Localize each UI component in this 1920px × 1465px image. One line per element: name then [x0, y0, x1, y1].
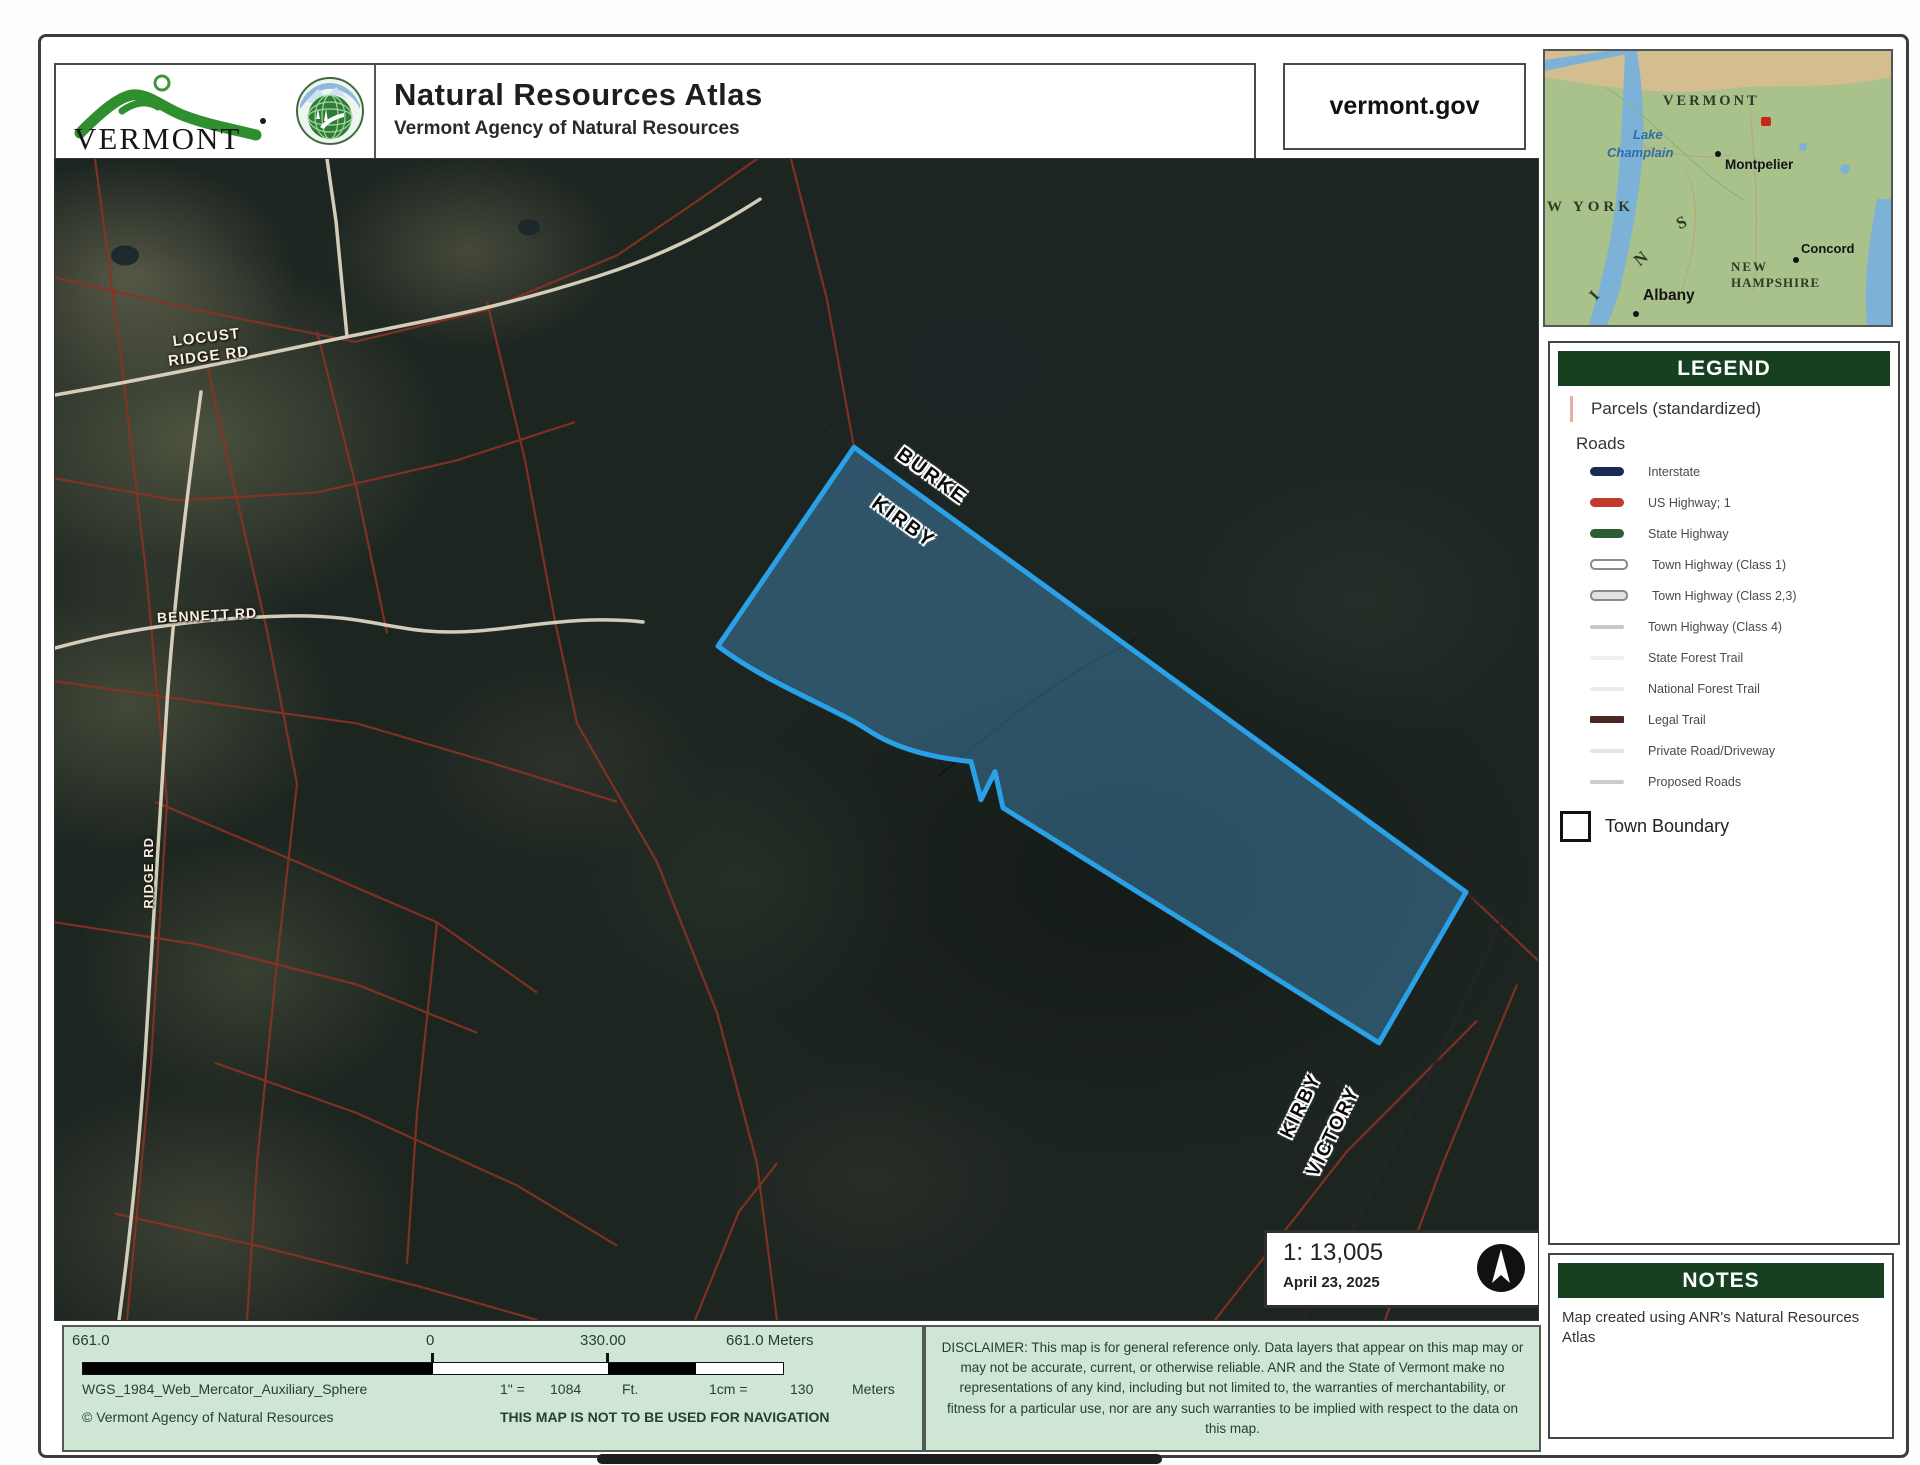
- private-road-swatch: [1590, 749, 1624, 753]
- page-subtitle: Vermont Agency of Natural Resources: [394, 118, 763, 140]
- scale-ratio: 1: 13,005: [1283, 1239, 1383, 1267]
- inset-label-lake-line1: Lake: [1633, 127, 1663, 142]
- legend-item-town-highway-23: Town Highway (Class 2,3): [1590, 580, 1898, 611]
- cm-ratio-value: 130: [790, 1381, 813, 1397]
- legend-item-town-highway-1: Town Highway (Class 1): [1590, 549, 1898, 580]
- state-locator-map: VERMONT Lake Champlain Montpelier W YORK…: [1543, 49, 1893, 327]
- parcels-swatch: [1570, 396, 1573, 422]
- inset-label-nh-line2: HAMPSHIRE: [1731, 275, 1820, 291]
- inset-label-vermont: VERMONT: [1663, 93, 1760, 110]
- roads-heading: Roads: [1576, 434, 1898, 454]
- navigation-warning: THIS MAP IS NOT TO BE USED FOR NAVIGATIO…: [500, 1409, 830, 1425]
- scalebar-far-left: 661.0: [72, 1332, 110, 1349]
- town-highway-4-swatch: [1590, 625, 1624, 629]
- legend-item-national-forest-trail: National Forest Trail: [1590, 673, 1898, 704]
- projection-label: WGS_1984_Web_Mercator_Auxiliary_Sphere: [82, 1381, 367, 1397]
- albany-dot: [1633, 311, 1639, 317]
- anr-seal-icon: [294, 75, 366, 147]
- disclaimer-panel: DISCLAIMER: This map is for general refe…: [924, 1325, 1541, 1452]
- parcels-label: Parcels (standardized): [1591, 399, 1761, 419]
- state-forest-trail-swatch: [1590, 656, 1624, 660]
- proposed-roads-swatch: [1590, 780, 1624, 784]
- inch-ratio-unit: Ft.: [622, 1381, 638, 1397]
- town-highway-23-swatch: [1590, 590, 1628, 601]
- cm-ratio-label: 1cm =: [709, 1381, 748, 1397]
- legend-panel: LEGEND Parcels (standardized) Roads Inte…: [1548, 341, 1900, 1245]
- legend-item-town-highway-4: Town Highway (Class 4): [1590, 611, 1898, 642]
- vermont-wordmark: VERMONT: [74, 121, 241, 157]
- inch-ratio-value: 1084: [550, 1381, 581, 1397]
- inset-label-lake-line2: Champlain: [1607, 145, 1673, 160]
- selected-parcel-polygon: [718, 447, 1466, 1043]
- inset-label-montpelier: Montpelier: [1725, 157, 1793, 172]
- town-boundary-swatch: [1560, 811, 1591, 842]
- inch-ratio-label: 1" =: [500, 1381, 525, 1397]
- scalebar-tick-zero: [431, 1353, 434, 1362]
- inset-label-concord: Concord: [1801, 241, 1854, 256]
- map-date: April 23, 2025: [1283, 1274, 1380, 1291]
- atlas-map-page: VERMONT Natural Resources Atlas V: [0, 0, 1920, 1465]
- aerial-map-canvas: BURKE KIRBY KIRBY VICTORY LOCUST RIDGE R…: [54, 158, 1539, 1321]
- legend-item-us-highway: US Highway; 1: [1590, 487, 1898, 518]
- interstate-swatch: [1590, 467, 1624, 476]
- legend-item-state-forest-trail: State Forest Trail: [1590, 642, 1898, 673]
- inset-label-albany: Albany: [1643, 287, 1695, 305]
- legend-title: LEGEND: [1558, 351, 1890, 386]
- legend-item-legal-trail: Legal Trail: [1590, 704, 1898, 735]
- copyright-label: © Vermont Agency of Natural Resources: [82, 1409, 334, 1425]
- scalebar-panel: 661.0 0 330.00 661.0 Meters WGS_1984_Web…: [62, 1325, 924, 1452]
- legend-item-state-highway: State Highway: [1590, 518, 1898, 549]
- road-label-ridge-vertical: RIDGE RD: [141, 837, 157, 909]
- legend-item-interstate: Interstate: [1590, 456, 1898, 487]
- header: VERMONT Natural Resources Atlas V: [54, 63, 1256, 162]
- legal-trail-swatch: [1590, 716, 1624, 723]
- disclaimer-text: DISCLAIMER: This map is for general refe…: [926, 1334, 1539, 1443]
- state-highway-swatch: [1590, 529, 1624, 538]
- concord-dot: [1793, 257, 1799, 263]
- scale-info-box: 1: 13,005 April 23, 2025: [1264, 1230, 1539, 1308]
- notes-title: NOTES: [1558, 1263, 1884, 1298]
- national-forest-trail-swatch: [1590, 687, 1624, 691]
- legend-item-proposed-roads: Proposed Roads: [1590, 766, 1898, 797]
- town-highway-1-swatch: [1590, 559, 1628, 570]
- scalebar-zero: 0: [426, 1332, 434, 1349]
- header-divider: [374, 65, 376, 160]
- north-arrow-icon: [1475, 1242, 1527, 1294]
- scalebar-right: 661.0 Meters: [726, 1332, 814, 1349]
- scalebar-graphic: [82, 1362, 784, 1375]
- cm-ratio-unit: Meters: [852, 1381, 895, 1397]
- inset-label-new-york: W YORK: [1547, 199, 1634, 216]
- us-highway-swatch: [1590, 498, 1624, 507]
- vermont-state-logo: VERMONT: [70, 71, 285, 155]
- inset-label-nh-line1: NEW: [1731, 259, 1768, 275]
- montpelier-dot: [1715, 151, 1721, 157]
- notes-panel: NOTES Map created using ANR's Natural Re…: [1548, 1253, 1894, 1439]
- map-location-marker: [1761, 117, 1771, 126]
- page-bottom-strip: [597, 1454, 1162, 1464]
- vermont-gov-link: vermont.gov: [1283, 63, 1526, 150]
- legend-item-town-boundary: Town Boundary: [1560, 811, 1898, 842]
- scalebar-tick-330: [606, 1353, 609, 1362]
- legend-item-private-road: Private Road/Driveway: [1590, 735, 1898, 766]
- notes-body: Map created using ANR's Natural Resource…: [1562, 1308, 1880, 1349]
- scalebar-middle: 330.00: [580, 1332, 626, 1349]
- page-title: Natural Resources Atlas: [394, 77, 763, 113]
